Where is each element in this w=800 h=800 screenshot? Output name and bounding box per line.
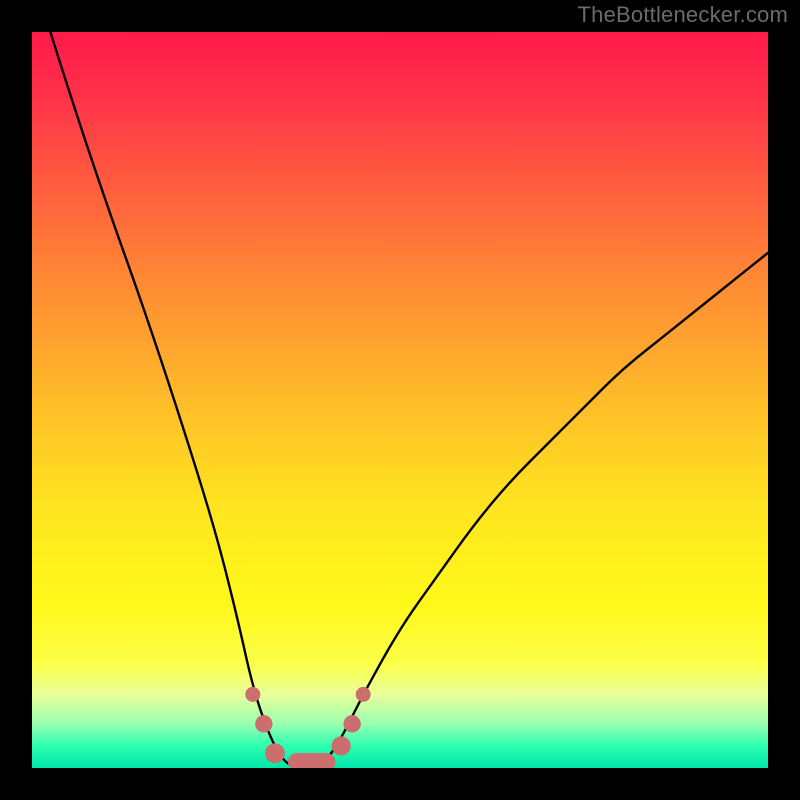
highlight-dot: [332, 737, 350, 755]
bottleneck-curve: [32, 32, 768, 768]
highlight-dot: [265, 744, 284, 763]
plot-area: [32, 32, 768, 768]
chart-frame: TheBottlenecker.com: [0, 0, 800, 800]
highlight-dot: [356, 687, 370, 701]
highlight-dot: [246, 687, 260, 701]
curve-layer: [32, 32, 768, 768]
highlight-dot: [344, 716, 360, 732]
highlight-dots: [246, 687, 370, 762]
watermark-text: TheBottlenecker.com: [578, 2, 788, 28]
highlight-dot: [256, 716, 272, 732]
